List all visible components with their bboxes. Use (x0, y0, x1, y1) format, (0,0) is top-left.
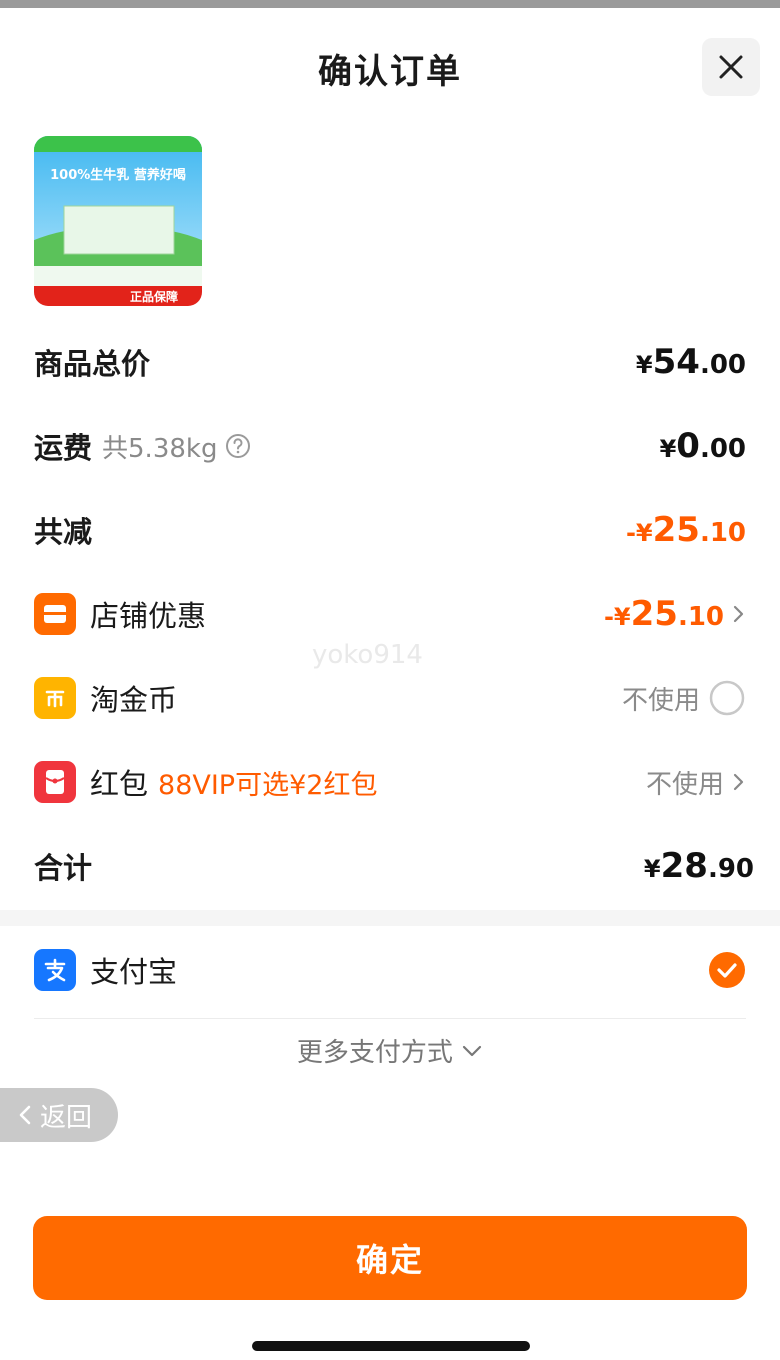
radio-unchecked-icon[interactable] (708, 679, 746, 717)
coin-icon (34, 677, 76, 719)
back-button[interactable]: 返回 (0, 1088, 118, 1142)
payment-method-alipay[interactable]: 支付宝 (34, 946, 746, 994)
gold-coin-row[interactable]: 淘金币 不使用 (34, 674, 746, 722)
product-thumbnail[interactable]: 100%生牛乳 营养好喝 正品保障 (34, 136, 202, 306)
close-button[interactable] (702, 38, 760, 96)
shipping-amount: ¥0.00 (659, 426, 746, 466)
store-coupon-amount: -¥25.10 (603, 594, 724, 634)
shipping-row: 运费 共5.38kg ¥0.00 (34, 422, 746, 470)
help-icon[interactable] (225, 433, 251, 459)
red-packet-icon (34, 761, 76, 803)
grand-total-label: 合计 (34, 851, 93, 885)
thumbnail-badge: 正品保障 (130, 289, 178, 304)
back-label: 返回 (40, 1102, 93, 1133)
goods-total-row: 商品总价 ¥54.00 (34, 338, 746, 386)
divider-line (34, 1018, 746, 1019)
store-coupon-label: 店铺优惠 (90, 599, 207, 633)
close-icon (719, 55, 743, 79)
status-bar-edge (0, 0, 780, 8)
chevron-left-icon (19, 1105, 31, 1125)
red-packet-row[interactable]: 红包 88VIP可选¥2红包 不使用 (34, 758, 746, 806)
red-packet-promo: 88VIP可选¥2红包 (158, 769, 378, 801)
goods-total-label: 商品总价 (34, 347, 151, 381)
page-title: 确认订单 (318, 52, 462, 92)
red-packet-value: 不使用 (645, 769, 724, 800)
order-confirm-sheet: 确认订单 100%生牛乳 营养好喝 正品保障 商品总价 ¥54.00 运费 共5… (0, 8, 780, 1360)
home-indicator[interactable] (252, 1341, 530, 1351)
confirm-button[interactable]: 确定 (33, 1216, 747, 1300)
more-payment-methods[interactable]: 更多支付方式 (0, 1032, 780, 1069)
store-icon (34, 593, 76, 635)
check-circle-icon[interactable] (708, 951, 746, 989)
shipping-label: 运费 (34, 431, 93, 465)
alipay-icon (34, 949, 76, 991)
shipping-weight: 共5.38kg (102, 433, 218, 464)
grand-total-amount: ¥28.90 (643, 846, 754, 886)
watermark: yoko914 (312, 640, 423, 670)
goods-total-amount: ¥54.00 (635, 342, 746, 382)
gold-coin-label: 淘金币 (90, 683, 178, 717)
chevron-right-icon (733, 605, 744, 623)
gold-coin-value: 不使用 (621, 685, 700, 716)
discount-total-row: 共减 -¥25.10 (34, 506, 746, 554)
red-packet-label: 红包 (90, 767, 149, 801)
thumbnail-headline: 100%生牛乳 营养好喝 (50, 167, 186, 183)
more-payment-label: 更多支付方式 (296, 1038, 453, 1068)
chevron-down-icon (463, 1045, 482, 1056)
payment-method-label: 支付宝 (90, 955, 178, 989)
store-coupon-row[interactable]: 店铺优惠 -¥25.10 (34, 590, 746, 638)
chevron-right-icon (733, 773, 744, 791)
section-divider (0, 910, 780, 926)
grand-total-row: 合计 ¥28.90 (34, 842, 754, 890)
discount-total-amount: -¥25.10 (625, 510, 746, 550)
discount-total-label: 共减 (34, 515, 93, 549)
